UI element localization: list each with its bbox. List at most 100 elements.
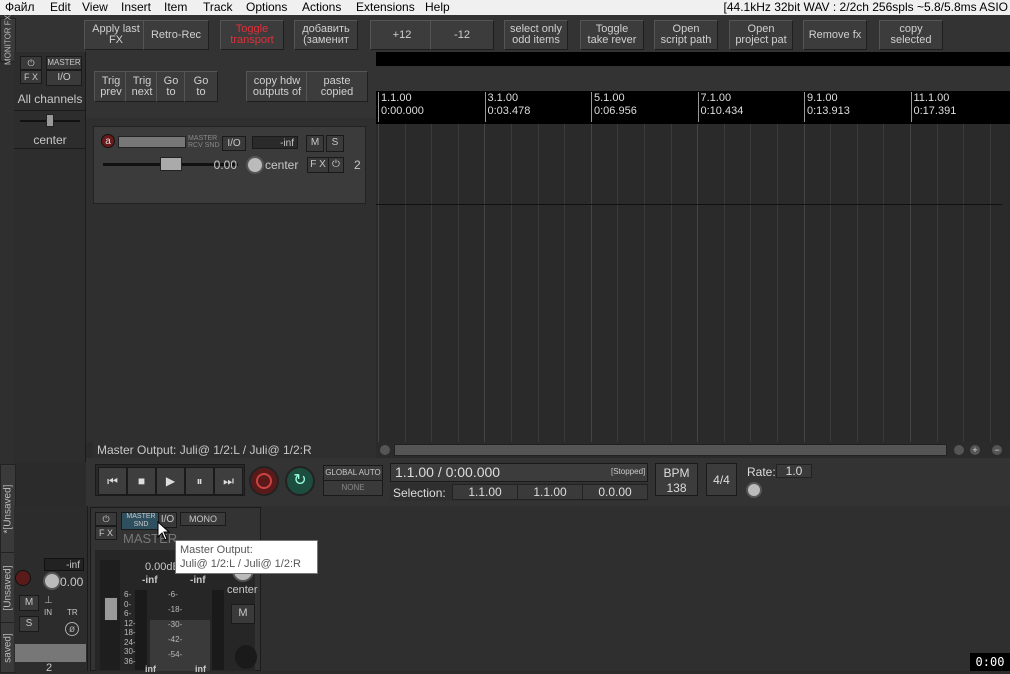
- go-to-end-icon[interactable]: ⏭: [214, 467, 243, 495]
- master-fader-handle[interactable]: [104, 597, 118, 621]
- mixer-track-phase-icon[interactable]: ø: [65, 622, 79, 636]
- vertical-scrollbar[interactable]: [1002, 124, 1010, 442]
- rate-value[interactable]: 1.0: [776, 464, 812, 478]
- open-project-path-button[interactable]: Open project pat: [729, 20, 793, 50]
- track-solo-button[interactable]: S: [326, 135, 344, 152]
- menu-track[interactable]: Track: [203, 0, 233, 15]
- menu-actions[interactable]: Actions: [302, 0, 341, 15]
- master-mute-button[interactable]: M: [231, 604, 255, 624]
- monitor-fx-button[interactable]: F X: [20, 70, 42, 84]
- plus-12-button[interactable]: +12: [370, 20, 434, 50]
- menu-help[interactable]: Help: [425, 0, 450, 15]
- meter-scale-label: -30-: [168, 620, 183, 629]
- selection-start[interactable]: 1.1.00: [452, 484, 518, 500]
- retro-rec-button[interactable]: Retro-Rec: [143, 20, 209, 50]
- track-fx-button[interactable]: F X: [307, 157, 329, 173]
- repeat-icon[interactable]: ↻: [285, 466, 315, 496]
- track-name-field[interactable]: [118, 136, 186, 148]
- select-only-odd-items-button[interactable]: select only odd items: [504, 20, 568, 50]
- ruler-time-label: 0:10.434: [700, 105, 744, 117]
- grid-line: [936, 124, 938, 442]
- track-fx-bypass-button[interactable]: ⏻: [328, 157, 344, 173]
- master-send-button[interactable]: MASTER SND: [121, 512, 161, 530]
- open-script-path-button[interactable]: Open script path: [654, 20, 718, 50]
- track-master-send[interactable]: MASTER RCV SND: [188, 135, 220, 149]
- grid-line: [803, 124, 805, 442]
- mixer-track-name-field[interactable]: [15, 644, 86, 662]
- zoom-in-icon[interactable]: +: [970, 445, 980, 455]
- scroll-right-icon[interactable]: [954, 445, 964, 455]
- zoom-out-icon[interactable]: −: [992, 445, 1002, 455]
- ruler-bar-label: 5.1.00: [594, 92, 625, 104]
- rate-label: Rate:: [747, 465, 776, 479]
- remove-fx-button[interactable]: Remove fx: [803, 20, 867, 50]
- add-replace-button[interactable]: добавить (заменит: [294, 20, 358, 50]
- arrange-view[interactable]: [376, 124, 1006, 442]
- copy-hdw-outputs-button[interactable]: copy hdw outputs of: [246, 71, 308, 102]
- paste-copied-button[interactable]: paste copied: [306, 71, 368, 102]
- toggle-transport-button[interactable]: Toggle transport: [220, 20, 284, 50]
- record-button[interactable]: [249, 466, 279, 496]
- minus-12-button[interactable]: -12: [430, 20, 494, 50]
- stop-icon[interactable]: ■: [127, 467, 156, 495]
- track-volume-slider-handle[interactable]: [160, 157, 182, 171]
- track-pan-knob[interactable]: [246, 156, 264, 174]
- master-mono-button[interactable]: MONO: [180, 512, 226, 526]
- trig-prev-button[interactable]: Trig prev: [94, 71, 128, 102]
- selection-end[interactable]: 1.1.00: [517, 484, 583, 500]
- menu-insert[interactable]: Insert: [121, 0, 151, 15]
- track-number: 2: [354, 158, 361, 172]
- ruler-tick: [804, 92, 805, 122]
- menu-view[interactable]: View: [82, 0, 108, 15]
- go-to-1-button[interactable]: Go to: [156, 71, 186, 102]
- global-auto-button[interactable]: GLOBAL AUTO: [323, 465, 383, 481]
- pause-icon[interactable]: ⏸: [185, 467, 214, 495]
- monitor-pan-slider-handle[interactable]: [46, 114, 54, 127]
- selection-length[interactable]: 0.0.00: [582, 484, 648, 500]
- trig-next-button[interactable]: Trig next: [125, 71, 159, 102]
- time-signature[interactable]: 4/4: [706, 463, 737, 496]
- rate-knob[interactable]: [746, 482, 762, 498]
- mixer-record-arm-button[interactable]: [15, 570, 31, 586]
- horizontal-scrollbar-thumb[interactable]: [394, 444, 947, 456]
- mixer-track-in-label: IN: [44, 608, 52, 617]
- ruler-tick: [591, 92, 592, 122]
- menu-edit[interactable]: Edit: [50, 0, 71, 15]
- go-to-start-icon[interactable]: ⏮: [98, 467, 127, 495]
- monitor-io-button[interactable]: I/O: [46, 70, 82, 86]
- mixer-track-volume-value: 0.00: [60, 575, 84, 589]
- global-auto-mode[interactable]: NONE: [323, 480, 383, 496]
- grid-line: [989, 124, 991, 442]
- track-mute-button[interactable]: M: [306, 135, 324, 152]
- apply-last-fx-button[interactable]: Apply last FX: [84, 20, 148, 50]
- master-fx-button[interactable]: F X: [95, 526, 117, 540]
- track-io-button[interactable]: I/O: [222, 136, 246, 151]
- toggle-take-rever-button[interactable]: Toggle take rever: [580, 20, 644, 50]
- monitor-power-button[interactable]: ⏻: [20, 56, 42, 70]
- menu-extensions[interactable]: Extensions: [356, 0, 415, 15]
- copy-selected-button[interactable]: copy selected: [879, 20, 943, 50]
- bpm-value: 138: [666, 481, 687, 495]
- mixer-track-mute-button[interactable]: M: [19, 595, 39, 611]
- grid-line: [963, 124, 965, 442]
- grid-line: [378, 124, 379, 442]
- scroll-left-icon[interactable]: [380, 445, 390, 455]
- grid-line: [404, 124, 406, 442]
- grid-line: [537, 124, 539, 442]
- mixer-track-pan-knob[interactable]: [43, 572, 61, 590]
- master-env-icon[interactable]: [235, 645, 257, 669]
- master-meter-right: [212, 590, 224, 670]
- go-to-2-button[interactable]: Go to: [184, 71, 218, 102]
- mouse-cursor-icon: [157, 521, 171, 541]
- mixer-track-solo-button[interactable]: S: [19, 616, 39, 632]
- record-arm-button[interactable]: a: [101, 134, 115, 148]
- play-icon[interactable]: ▶: [156, 467, 185, 495]
- menu-options[interactable]: Options: [246, 0, 287, 15]
- menu-item[interactable]: Item: [164, 0, 187, 15]
- master-peak-left: -inf: [142, 575, 158, 586]
- menu-file[interactable]: Файл: [5, 0, 35, 15]
- master-power-button[interactable]: ⏻: [95, 512, 117, 526]
- mixer-track-route-icon[interactable]: ⊥: [44, 595, 58, 606]
- all-channels-label[interactable]: All channels: [14, 92, 86, 106]
- grid-line: [564, 124, 566, 442]
